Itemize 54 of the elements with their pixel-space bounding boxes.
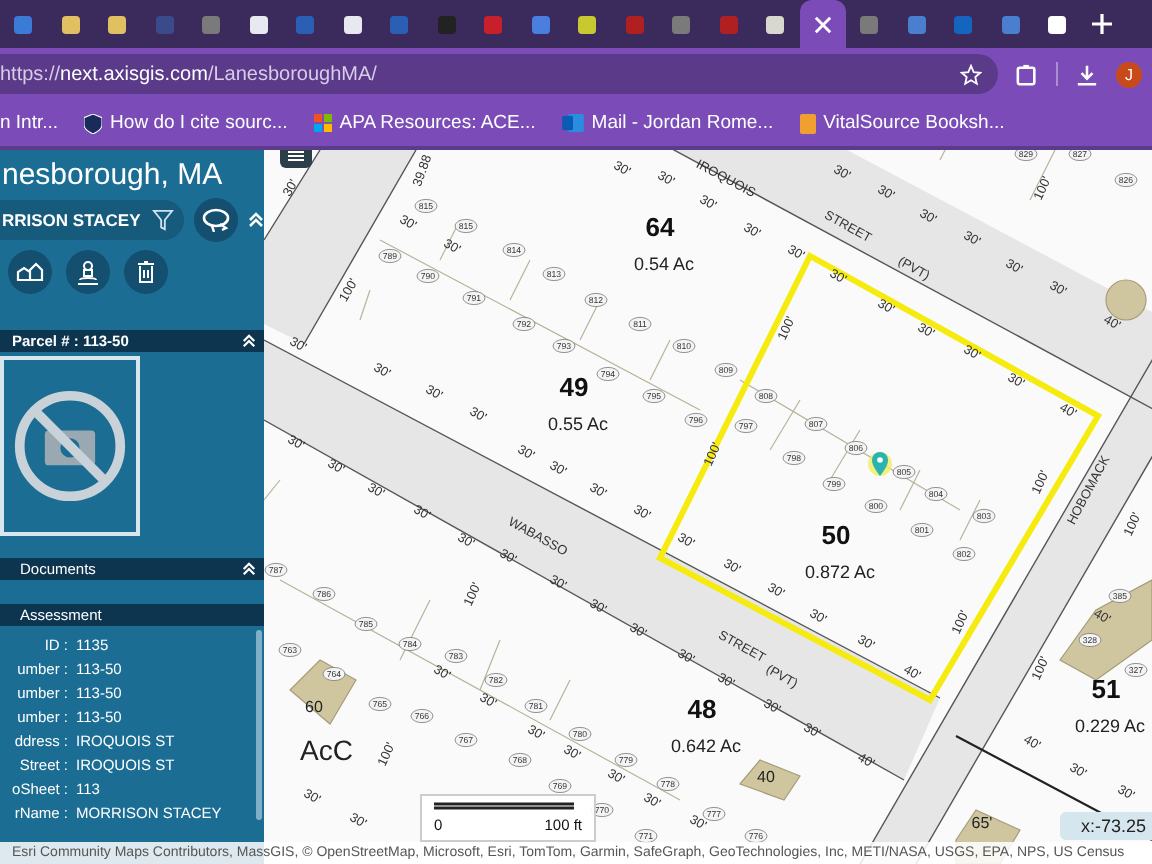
extensions-icon[interactable] bbox=[1016, 63, 1038, 85]
scale-ruler-icon bbox=[434, 802, 574, 812]
bookmark-link[interactable]: How do I cite sourc... bbox=[84, 112, 288, 134]
acreage-label: 0.642 Ac bbox=[670, 736, 742, 756]
no-photo-icon bbox=[12, 388, 128, 504]
building-label: 65' bbox=[971, 814, 993, 832]
owner-search-field[interactable]: RRISON STACEY bbox=[0, 200, 184, 240]
address-field[interactable]: https://next.axisgis.com/LanesboroughMA/ bbox=[0, 54, 998, 94]
browser-tab[interactable] bbox=[799, 0, 846, 48]
close-icon[interactable] bbox=[813, 15, 832, 33]
new-tab-icon[interactable] bbox=[1091, 14, 1111, 34]
book-icon bbox=[799, 113, 816, 133]
mail-icon bbox=[561, 114, 584, 132]
buildings-button[interactable] bbox=[8, 250, 52, 294]
building-footprint bbox=[289, 659, 357, 725]
building-footprint bbox=[1059, 579, 1152, 681]
collapse-icon[interactable] bbox=[248, 212, 264, 228]
four-squares-icon bbox=[313, 114, 332, 132]
lasso-icon bbox=[202, 208, 230, 232]
parcel-number: 64 bbox=[645, 212, 675, 242]
acreage-label: 0.55 Ac bbox=[547, 414, 609, 434]
bookmark-link[interactable]: APA Resources: ACE... bbox=[313, 112, 536, 134]
bookmark-star-icon[interactable] bbox=[960, 63, 982, 85]
trash-icon bbox=[136, 260, 156, 284]
menu-icon bbox=[288, 150, 304, 161]
collapse-icon[interactable] bbox=[242, 334, 256, 348]
building-footprint bbox=[739, 759, 801, 801]
delete-button[interactable] bbox=[124, 250, 168, 294]
bookmark-link[interactable]: VitalSource Booksh... bbox=[799, 112, 1005, 134]
download-icon[interactable] bbox=[1076, 63, 1098, 85]
building-label: 60 bbox=[305, 698, 323, 716]
coordinates-readout: x:-73.25 bbox=[1060, 812, 1152, 840]
acreage-label: 0.229 Ac bbox=[1074, 716, 1146, 736]
parcel-number: 51 bbox=[1091, 674, 1121, 704]
acreage-label: 0.872 Ac bbox=[804, 562, 876, 582]
parcel-number: 48 bbox=[687, 694, 717, 724]
collapse-icon[interactable] bbox=[242, 562, 256, 576]
person-icon bbox=[76, 259, 100, 285]
building-label: 40 bbox=[757, 768, 775, 786]
scrollbar[interactable] bbox=[256, 630, 262, 820]
profile-avatar[interactable]: J bbox=[1116, 61, 1142, 87]
town-title: nesborough, MA bbox=[0, 156, 225, 196]
acreage-label: 0.54 Ac bbox=[633, 254, 695, 274]
houses-icon bbox=[16, 262, 44, 282]
shield-icon bbox=[84, 113, 103, 133]
zone-label: AcC bbox=[300, 734, 353, 766]
location-pin-icon bbox=[868, 452, 892, 476]
parcel-number: 50 bbox=[821, 520, 851, 550]
person-pin-button[interactable] bbox=[66, 250, 110, 294]
bookmark-link[interactable]: n Intr... bbox=[0, 112, 59, 134]
lasso-select-button[interactable] bbox=[194, 198, 238, 242]
parcel-number: 49 bbox=[559, 372, 589, 402]
filter-icon[interactable] bbox=[152, 208, 174, 232]
bookmark-link[interactable]: Mail - Jordan Rome... bbox=[561, 112, 774, 134]
